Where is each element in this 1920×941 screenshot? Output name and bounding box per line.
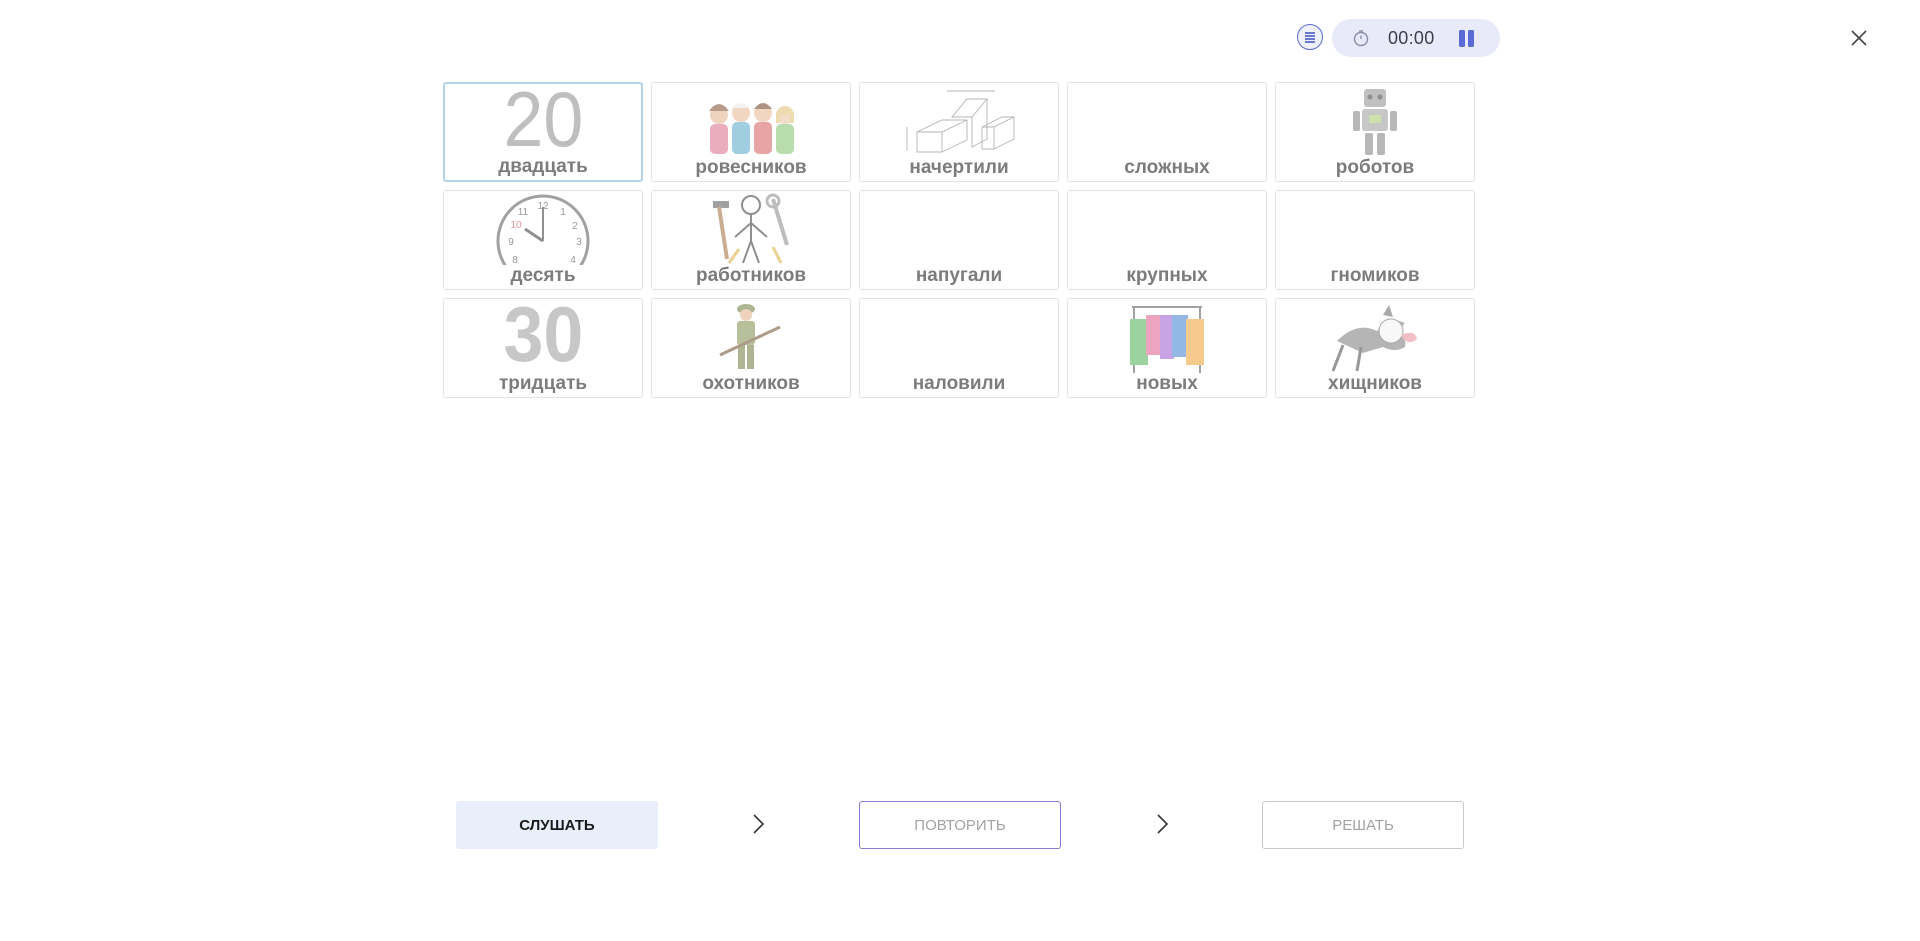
word-label: ровесников	[695, 157, 807, 178]
word-label: десять	[510, 265, 576, 286]
stopwatch-icon	[1352, 29, 1370, 47]
number-30-picture: 30	[503, 298, 583, 378]
svg-text:4: 4	[570, 255, 576, 265]
chevron-right-icon	[753, 814, 765, 834]
number-20-picture: 20	[503, 82, 583, 163]
word-label: наловили	[912, 373, 1006, 394]
word-card[interactable]: наловили	[859, 298, 1059, 398]
svg-text:9: 9	[508, 237, 514, 248]
svg-text:2: 2	[572, 221, 578, 232]
word-label: охотников	[702, 373, 800, 394]
timer-panel: 00:00	[1332, 19, 1500, 57]
repeat-button[interactable]: ПОВТОРИТЬ	[859, 801, 1061, 849]
word-label: двадцать	[498, 156, 588, 177]
word-label: крупных	[1126, 265, 1208, 286]
empty-picture	[1276, 193, 1474, 265]
svg-text:3: 3	[576, 237, 582, 248]
word-grid: 20 двадцать ровесников начертили сложных…	[443, 82, 1475, 398]
close-icon[interactable]	[1846, 25, 1872, 51]
word-card[interactable]: крупных	[1067, 190, 1267, 290]
word-card[interactable]: хищников	[1275, 298, 1475, 398]
word-label: гномиков	[1330, 265, 1420, 286]
word-label: новых	[1136, 373, 1198, 394]
word-card[interactable]: 20 двадцать	[443, 82, 643, 182]
word-card[interactable]: охотников	[651, 298, 851, 398]
word-label: сложных	[1124, 157, 1210, 178]
worker-tools-picture	[652, 193, 850, 265]
pause-icon	[1467, 29, 1474, 47]
hunter-picture	[652, 301, 850, 373]
pause-icon	[1458, 29, 1465, 47]
list-button[interactable]	[1297, 24, 1323, 50]
word-label: роботов	[1335, 157, 1415, 178]
svg-text:11: 11	[518, 207, 529, 218]
word-card[interactable]: 12 1 2 3 11 9 8 4 10 десять	[443, 190, 643, 290]
pause-button[interactable]	[1455, 26, 1478, 51]
word-label: тридцать	[498, 373, 588, 394]
friends-picture	[652, 85, 850, 157]
solve-button[interactable]: РЕШАТЬ	[1262, 801, 1464, 849]
empty-picture	[1068, 85, 1266, 157]
word-card[interactable]: ровесников	[651, 82, 851, 182]
technical-drawing-picture	[860, 85, 1058, 157]
word-label: начертили	[909, 157, 1009, 178]
clock-picture: 12 1 2 3 11 9 8 4 10	[444, 193, 642, 265]
word-card[interactable]: новых	[1067, 298, 1267, 398]
svg-text:1: 1	[560, 207, 566, 218]
word-card[interactable]: сложных	[1067, 82, 1267, 182]
predator-picture	[1276, 301, 1474, 373]
empty-picture	[1068, 193, 1266, 265]
svg-text:8: 8	[512, 255, 518, 265]
word-card[interactable]: начертили	[859, 82, 1059, 182]
clothes-rack-picture	[1068, 301, 1266, 373]
word-label: работников	[695, 265, 807, 286]
empty-picture	[860, 193, 1058, 265]
word-label: напугали	[915, 265, 1003, 286]
word-card[interactable]: 30 тридцать	[443, 298, 643, 398]
svg-text:10: 10	[510, 220, 522, 231]
listen-button[interactable]: СЛУШАТЬ	[456, 801, 658, 849]
word-card[interactable]: работников	[651, 190, 851, 290]
timer-display: 00:00	[1388, 27, 1435, 48]
word-card[interactable]: роботов	[1275, 82, 1475, 182]
word-card[interactable]: напугали	[859, 190, 1059, 290]
list-icon	[1305, 32, 1315, 43]
word-label: хищников	[1328, 373, 1422, 394]
robot-picture	[1276, 85, 1474, 157]
chevron-right-icon	[1157, 814, 1169, 834]
word-card[interactable]: гномиков	[1275, 190, 1475, 290]
empty-picture	[860, 301, 1058, 373]
